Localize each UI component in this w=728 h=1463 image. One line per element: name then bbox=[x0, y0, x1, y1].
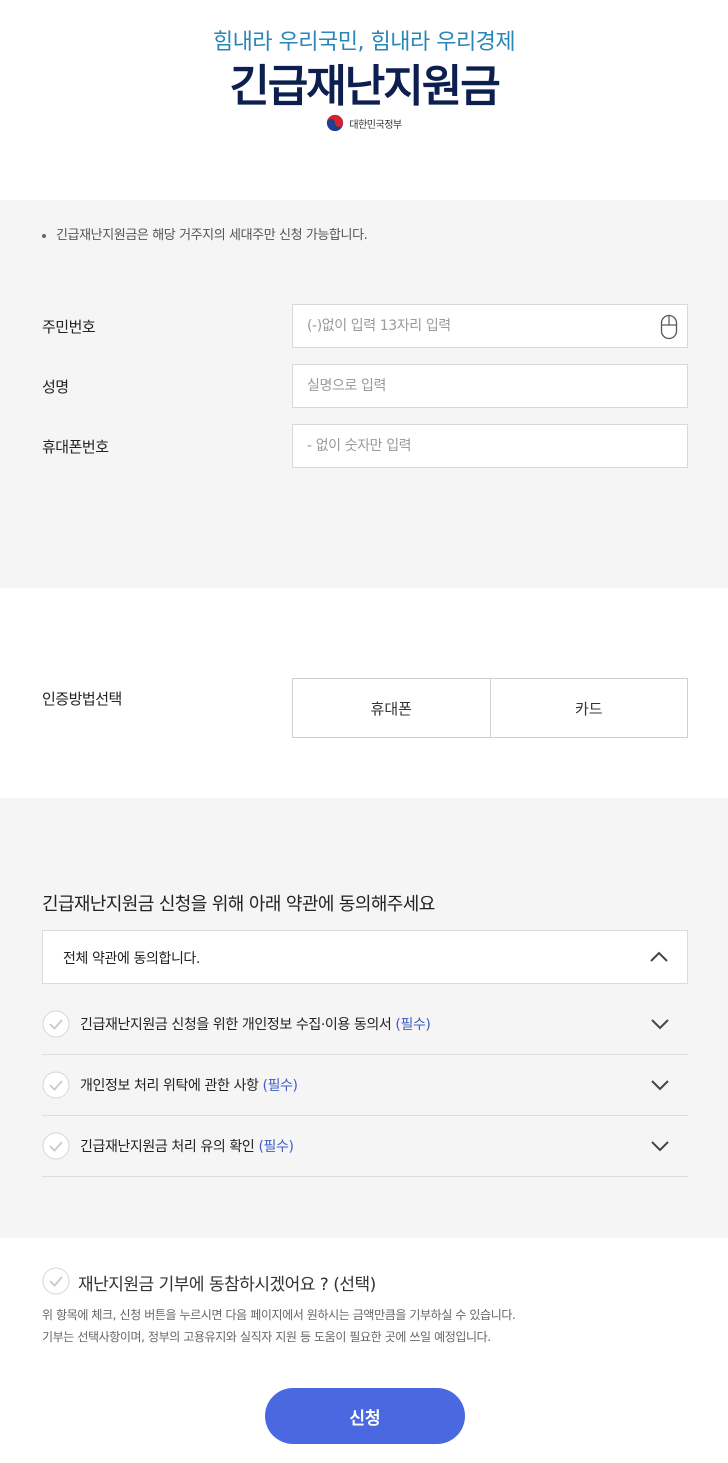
phone-input[interactable] bbox=[293, 425, 687, 467]
term-label: 긴급재난지원금 신청을 위한 개인정보 수집·이용 동의서 (필수) bbox=[80, 1017, 431, 1033]
rrn-label: 주민번호 bbox=[42, 318, 96, 336]
phone-row: 휴대폰번호 bbox=[42, 424, 688, 468]
donation-desc: 기부는 선택사항이며, 정부의 고용유지와 실직자 지원 등 도움이 필요한 곳… bbox=[42, 1330, 491, 1344]
all-agree-toggle[interactable]: 전체 약관에 동의합니다. bbox=[42, 930, 688, 984]
phone-field-box bbox=[292, 424, 688, 468]
submit-button[interactable]: 신청 bbox=[265, 1388, 465, 1444]
chevron-down-icon[interactable] bbox=[650, 1079, 670, 1091]
term-label: 개인정보 처리 위탁에 관한 사항 (필수) bbox=[80, 1078, 298, 1094]
auth-label: 인증방법선택 bbox=[42, 690, 122, 708]
check-circle-icon[interactable] bbox=[42, 1132, 70, 1160]
auth-option-card[interactable]: 카드 bbox=[489, 679, 688, 737]
donation-title: 재난지원금 기부에 동참하시겠어요 ? (선택) bbox=[78, 1275, 376, 1295]
auth-method-selector: 휴대폰 카드 bbox=[292, 678, 688, 738]
donation-section: 재난지원금 기부에 동참하시겠어요 ? (선택) 위 항목에 체크, 신청 버튼… bbox=[0, 1238, 728, 1463]
rrn-input[interactable] bbox=[293, 305, 687, 347]
info-section: 긴급재난지원금은 해당 거주지의 세대주만 신청 가능합니다. 주민번호 성명 … bbox=[0, 200, 728, 588]
bullet-icon bbox=[42, 233, 46, 238]
required-tag: (필수) bbox=[262, 1078, 298, 1094]
auth-section: 인증방법선택 휴대폰 카드 bbox=[0, 588, 728, 798]
page-header: 힘내라 우리국민, 힘내라 우리경제 긴급재난지원금 대한민국정부 bbox=[0, 0, 728, 200]
mouse-icon[interactable] bbox=[660, 314, 678, 340]
name-input[interactable] bbox=[293, 365, 687, 407]
rrn-field-box bbox=[292, 304, 688, 348]
gov-label: 대한민국정부 bbox=[349, 119, 402, 131]
terms-section: 긴급재난지원금 신청을 위해 아래 약관에 동의해주세요 전체 약관에 동의합니… bbox=[0, 798, 728, 1238]
term-item: 긴급재난지원금 처리 유의 확인 (필수) bbox=[42, 1116, 688, 1177]
chevron-up-icon[interactable] bbox=[649, 951, 669, 963]
name-label: 성명 bbox=[42, 378, 69, 396]
donation-desc: 위 항목에 체크, 신청 버튼을 누르시면 다음 페이지에서 원하시는 금액만큼… bbox=[42, 1308, 516, 1322]
check-circle-icon[interactable] bbox=[42, 1010, 70, 1038]
rrn-row: 주민번호 bbox=[42, 304, 688, 348]
all-agree-label: 전체 약관에 동의합니다. bbox=[63, 951, 200, 967]
term-item: 개인정보 처리 위탁에 관한 사항 (필수) bbox=[42, 1055, 688, 1116]
name-field-box bbox=[292, 364, 688, 408]
required-tag: (필수) bbox=[258, 1139, 294, 1155]
term-item: 긴급재난지원금 신청을 위한 개인정보 수집·이용 동의서 (필수) bbox=[42, 994, 688, 1055]
required-tag: (필수) bbox=[395, 1017, 431, 1033]
notice-text: 긴급재난지원금은 해당 거주지의 세대주만 신청 가능합니다. bbox=[42, 224, 368, 243]
chevron-down-icon[interactable] bbox=[650, 1140, 670, 1152]
gov-logo: 대한민국정부 bbox=[0, 114, 728, 132]
check-circle-icon[interactable] bbox=[42, 1267, 70, 1295]
terms-heading: 긴급재난지원금 신청을 위해 아래 약관에 동의해주세요 bbox=[42, 894, 435, 915]
taegeuk-icon bbox=[327, 114, 344, 132]
auth-option-phone[interactable]: 휴대폰 bbox=[293, 679, 490, 737]
page-title: 긴급재난지원금 bbox=[229, 61, 500, 112]
name-row: 성명 bbox=[42, 364, 688, 408]
check-circle-icon[interactable] bbox=[42, 1071, 70, 1099]
term-label: 긴급재난지원금 처리 유의 확인 (필수) bbox=[80, 1139, 294, 1155]
chevron-down-icon[interactable] bbox=[650, 1018, 670, 1030]
phone-label: 휴대폰번호 bbox=[42, 438, 109, 456]
